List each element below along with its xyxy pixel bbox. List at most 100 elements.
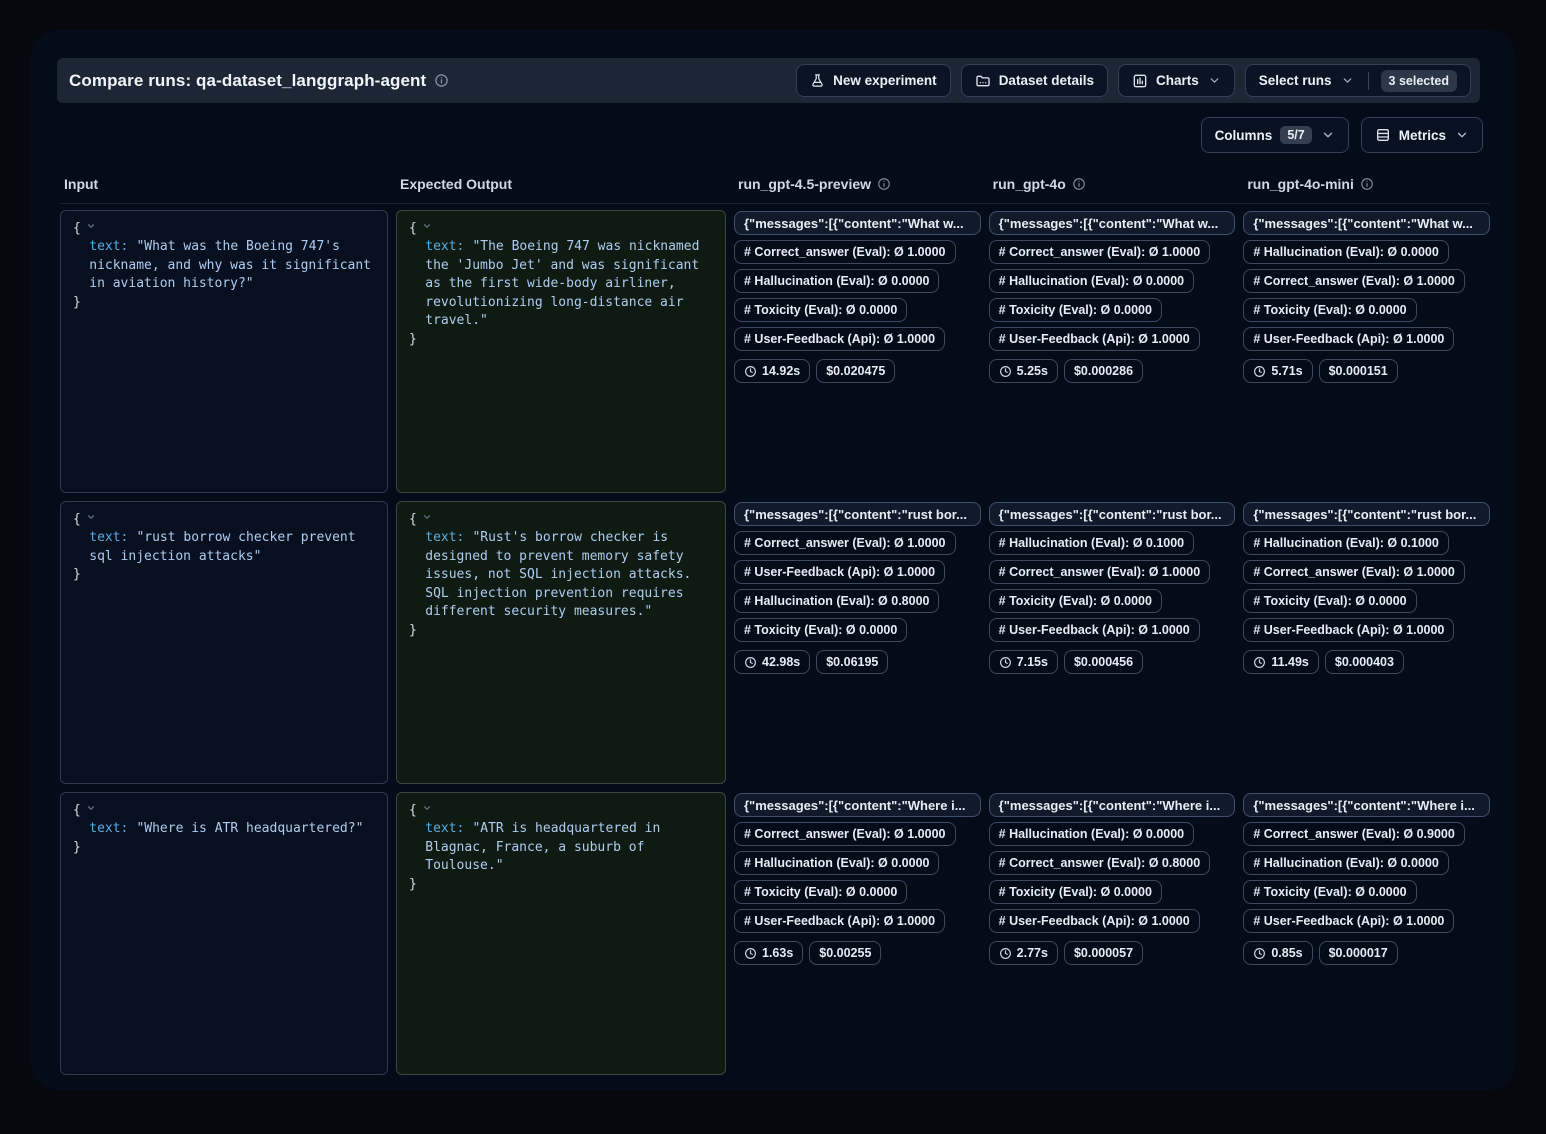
json-body: text:"What was the Boeing 747's nickname… bbox=[73, 238, 375, 293]
metric-chip: # Hallucination (Eval): Ø 0.0000 bbox=[734, 269, 939, 293]
metrics-label: Metrics bbox=[1399, 128, 1446, 143]
trace-preview-chip[interactable]: {"messages":[{"content":"rust bor... bbox=[1243, 502, 1490, 526]
metric-chip: # Correct_answer (Eval): Ø 1.0000 bbox=[734, 822, 956, 846]
collapse-chevron-icon[interactable] bbox=[86, 512, 96, 522]
json-open-line: { bbox=[409, 220, 713, 238]
metric-chip: # User-Feedback (Api): Ø 1.0000 bbox=[734, 327, 945, 351]
metric-chip: # Toxicity (Eval): Ø 0.0000 bbox=[1243, 298, 1416, 322]
latency-cost-row: 7.15s $0.000456 bbox=[989, 650, 1143, 674]
metric-chip: # Hallucination (Eval): Ø 0.0000 bbox=[734, 851, 939, 875]
metric-chip: # Correct_answer (Eval): Ø 1.0000 bbox=[989, 240, 1211, 264]
cost-chip: $0.00255 bbox=[809, 941, 881, 965]
column-header-run1: run_gpt-4.5-preview bbox=[734, 176, 981, 192]
expected-output-cell: { text:"The Boeing 747 was nicknamed the… bbox=[396, 210, 726, 493]
latency-chip: 5.71s bbox=[1243, 359, 1312, 383]
latency-chip: 5.25s bbox=[989, 359, 1058, 383]
metric-chip: # User-Feedback (Api): Ø 1.0000 bbox=[1243, 909, 1454, 933]
dataset-details-button[interactable]: Dataset details bbox=[961, 64, 1108, 97]
latency-chip: 14.92s bbox=[734, 359, 810, 383]
chevron-down-icon bbox=[1208, 74, 1221, 87]
info-icon[interactable] bbox=[1360, 177, 1374, 191]
metric-chip: # Toxicity (Eval): Ø 0.0000 bbox=[1243, 880, 1416, 904]
latency-cost-row: 42.98s $0.06195 bbox=[734, 650, 888, 674]
trace-preview-chip[interactable]: {"messages":[{"content":"What w... bbox=[734, 211, 981, 235]
rows-icon bbox=[1375, 127, 1391, 143]
collapse-chevron-icon[interactable] bbox=[422, 512, 432, 522]
expected-output-cell: { text:"ATR is headquartered in Blagnac,… bbox=[396, 792, 726, 1075]
trace-preview-chip[interactable]: {"messages":[{"content":"rust bor... bbox=[989, 502, 1236, 526]
cost-chip: $0.000456 bbox=[1064, 650, 1143, 674]
latency-chip: 42.98s bbox=[734, 650, 810, 674]
run-cell-gpt-4.5-preview: {"messages":[{"content":"What w... # Cor… bbox=[734, 210, 981, 493]
trace-preview-chip[interactable]: {"messages":[{"content":"Where i... bbox=[1243, 793, 1490, 817]
collapse-chevron-icon[interactable] bbox=[422, 803, 432, 813]
json-body: text:"rust borrow checker prevent sql in… bbox=[73, 529, 375, 566]
metric-chip: # User-Feedback (Api): Ø 1.0000 bbox=[1243, 327, 1454, 351]
column-header-expected-output: Expected Output bbox=[396, 176, 726, 192]
json-key: text: bbox=[89, 821, 128, 836]
trace-preview-chip[interactable]: {"messages":[{"content":"Where i... bbox=[734, 793, 981, 817]
dataset-details-label: Dataset details bbox=[999, 73, 1094, 88]
clock-icon bbox=[744, 365, 757, 378]
metric-chip: # Hallucination (Eval): Ø 0.1000 bbox=[1243, 531, 1448, 555]
input-cell: { text:"rust borrow checker prevent sql … bbox=[60, 501, 388, 784]
trace-preview-chip[interactable]: {"messages":[{"content":"rust bor... bbox=[734, 502, 981, 526]
json-open-line: { bbox=[409, 802, 713, 820]
trace-preview-chip[interactable]: {"messages":[{"content":"What w... bbox=[1243, 211, 1490, 235]
title-info-icon[interactable] bbox=[434, 73, 449, 88]
metric-chip: # Toxicity (Eval): Ø 0.0000 bbox=[734, 618, 907, 642]
metric-chip: # Hallucination (Eval): Ø 0.0000 bbox=[989, 269, 1194, 293]
json-body: text:"ATR is headquartered in Blagnac, F… bbox=[409, 820, 713, 875]
divider bbox=[1368, 72, 1369, 90]
metric-chip: # Hallucination (Eval): Ø 0.8000 bbox=[734, 589, 939, 613]
metric-chip: # Toxicity (Eval): Ø 0.0000 bbox=[989, 589, 1162, 613]
metric-chip: # Correct_answer (Eval): Ø 1.0000 bbox=[734, 531, 956, 555]
info-icon[interactable] bbox=[1072, 177, 1086, 191]
metrics-button[interactable]: Metrics bbox=[1361, 117, 1483, 153]
open-brace: { bbox=[409, 512, 417, 527]
cost-chip: $0.000151 bbox=[1319, 359, 1398, 383]
metric-chip: # Hallucination (Eval): Ø 0.1000 bbox=[989, 531, 1194, 555]
collapse-chevron-icon[interactable] bbox=[422, 221, 432, 231]
metric-chip: # Toxicity (Eval): Ø 0.0000 bbox=[734, 298, 907, 322]
columns-button[interactable]: Columns 5/7 bbox=[1201, 117, 1349, 153]
collapse-chevron-icon[interactable] bbox=[86, 803, 96, 813]
metric-chip: # Toxicity (Eval): Ø 0.0000 bbox=[989, 298, 1162, 322]
metric-chip: # Correct_answer (Eval): Ø 0.8000 bbox=[989, 851, 1211, 875]
metric-chip: # User-Feedback (Api): Ø 1.0000 bbox=[1243, 618, 1454, 642]
metric-chip: # User-Feedback (Api): Ø 1.0000 bbox=[734, 909, 945, 933]
latency-cost-row: 1.63s $0.00255 bbox=[734, 941, 881, 965]
metric-chip: # User-Feedback (Api): Ø 1.0000 bbox=[989, 909, 1200, 933]
info-icon[interactable] bbox=[877, 177, 891, 191]
open-brace: { bbox=[409, 221, 417, 236]
columns-label: Columns bbox=[1215, 128, 1273, 143]
run-cell-gpt-4o-mini: {"messages":[{"content":"rust bor... # H… bbox=[1243, 501, 1490, 784]
trace-preview-chip[interactable]: {"messages":[{"content":"What w... bbox=[989, 211, 1236, 235]
new-experiment-label: New experiment bbox=[833, 73, 937, 88]
table-header-row: Input Expected Output run_gpt-4.5-previe… bbox=[60, 170, 1490, 204]
json-key: text: bbox=[425, 821, 464, 836]
columns-count-badge: 5/7 bbox=[1280, 126, 1311, 144]
json-open-line: { bbox=[73, 220, 375, 238]
selected-count-badge: 3 selected bbox=[1381, 70, 1457, 92]
latency-chip: 11.49s bbox=[1243, 650, 1319, 674]
folder-icon bbox=[975, 73, 991, 89]
metric-chip: # User-Feedback (Api): Ø 1.0000 bbox=[989, 327, 1200, 351]
latency-cost-row: 5.25s $0.000286 bbox=[989, 359, 1143, 383]
collapse-chevron-icon[interactable] bbox=[86, 221, 96, 231]
json-string: "What was the Boeing 747's nickname, and… bbox=[89, 239, 371, 291]
metric-chip: # Correct_answer (Eval): Ø 1.0000 bbox=[989, 560, 1211, 584]
cost-chip: $0.000017 bbox=[1319, 941, 1398, 965]
new-experiment-button[interactable]: New experiment bbox=[796, 64, 951, 97]
metric-chip: # Hallucination (Eval): Ø 0.0000 bbox=[989, 822, 1194, 846]
json-key: text: bbox=[425, 530, 464, 545]
run-cell-gpt-4o: {"messages":[{"content":"rust bor... # H… bbox=[989, 501, 1236, 784]
app-header: Compare runs: qa-dataset_langgraph-agent… bbox=[57, 58, 1480, 103]
trace-preview-chip[interactable]: {"messages":[{"content":"Where i... bbox=[989, 793, 1236, 817]
chevron-down-icon bbox=[1321, 128, 1335, 142]
open-brace: { bbox=[409, 803, 417, 818]
charts-button[interactable]: Charts bbox=[1118, 64, 1235, 97]
cost-chip: $0.000286 bbox=[1064, 359, 1143, 383]
expected-output-cell: { text:"Rust's borrow checker is designe… bbox=[396, 501, 726, 784]
select-runs-button[interactable]: Select runs 3 selected bbox=[1245, 64, 1471, 97]
